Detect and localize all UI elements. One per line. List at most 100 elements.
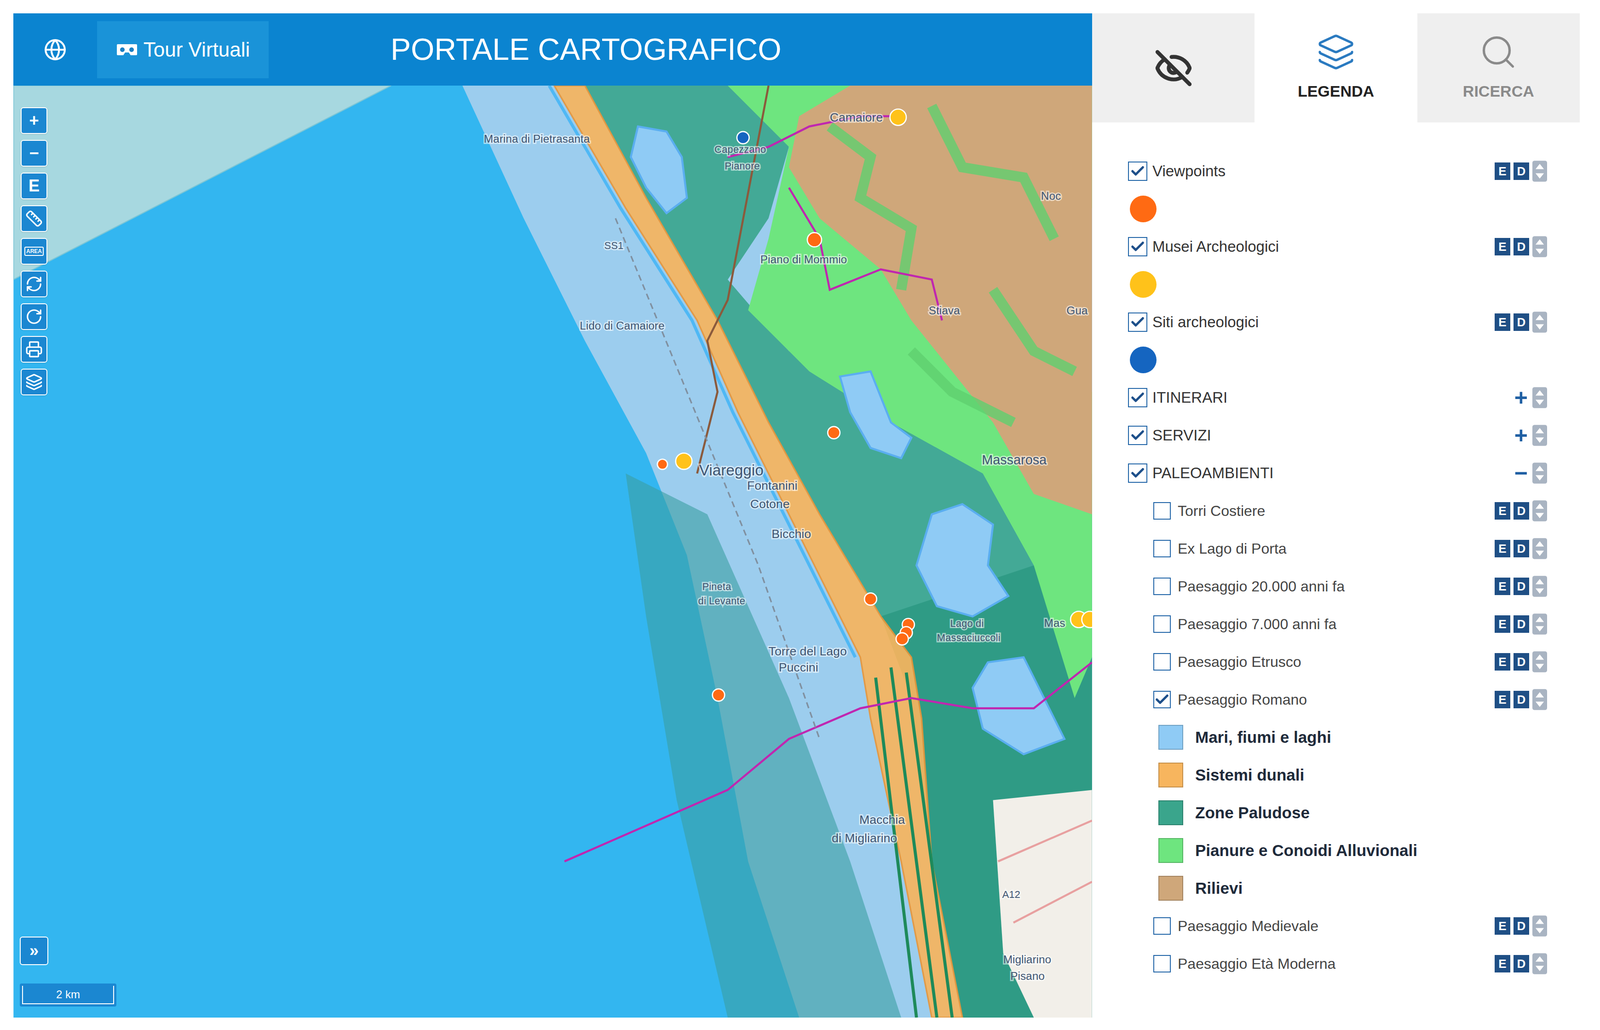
map-label: SS1 bbox=[604, 239, 624, 252]
checkbox[interactable] bbox=[1153, 501, 1171, 520]
map-toolbar: + − E AREA bbox=[20, 107, 48, 396]
globe-button[interactable] bbox=[13, 38, 98, 62]
panel-tab[interactable]: RICERCA bbox=[1417, 13, 1580, 123]
legend-sublayer-row: Paesaggio 20.000 anni faED bbox=[1092, 567, 1580, 605]
legend-swatch-row: Mari, fiumi e laghi bbox=[1092, 718, 1580, 756]
layer-button[interactable]: D bbox=[1513, 539, 1530, 558]
layer-button[interactable]: E bbox=[1494, 690, 1511, 708]
map-pin[interactable] bbox=[1082, 610, 1093, 628]
map-pin[interactable] bbox=[807, 232, 822, 247]
legend-sublayer-row: Paesaggio Età ModernaED bbox=[1092, 944, 1580, 983]
layer-button[interactable]: D bbox=[1513, 162, 1530, 180]
layer-button[interactable]: E bbox=[1494, 954, 1511, 973]
checkbox[interactable] bbox=[1153, 954, 1171, 973]
layer-button[interactable]: E bbox=[1494, 916, 1511, 935]
checkbox[interactable] bbox=[1153, 577, 1171, 595]
expand-button[interactable]: » bbox=[19, 936, 49, 965]
search-icon bbox=[1479, 32, 1518, 72]
group-toggle[interactable]: + bbox=[1514, 423, 1528, 447]
panel-tab[interactable]: LEGENDA bbox=[1254, 13, 1417, 123]
toolbar-button[interactable]: AREA bbox=[20, 237, 48, 265]
reorder-icon[interactable] bbox=[1532, 952, 1548, 974]
reorder-icon[interactable] bbox=[1532, 500, 1548, 522]
checkbox[interactable] bbox=[1153, 539, 1171, 558]
checkbox[interactable] bbox=[1128, 236, 1148, 257]
group-toggle[interactable]: − bbox=[1514, 461, 1528, 485]
reorder-icon[interactable] bbox=[1532, 575, 1548, 597]
map-label: Torre del Lago bbox=[768, 644, 847, 658]
toolbar-button[interactable]: E bbox=[20, 172, 48, 200]
checkbox[interactable] bbox=[1153, 690, 1171, 708]
legend-list: ViewpointsEDMusei ArcheologiciEDSiti arc… bbox=[1092, 122, 1580, 983]
reorder-icon[interactable] bbox=[1532, 688, 1548, 710]
map-label: A12 bbox=[1002, 888, 1021, 900]
layer-button[interactable]: D bbox=[1513, 577, 1530, 595]
map-canvas[interactable]: Marina di PietrasantaCapezzanoPianoreCam… bbox=[13, 85, 1093, 1018]
reorder-icon[interactable] bbox=[1532, 650, 1548, 673]
toolbar-button[interactable] bbox=[20, 368, 48, 396]
legend-sublayer-row: Paesaggio 7.000 anni faED bbox=[1092, 604, 1580, 643]
layer-button[interactable]: E bbox=[1494, 577, 1511, 595]
checkbox[interactable] bbox=[1153, 652, 1171, 671]
layer-button[interactable]: D bbox=[1513, 615, 1530, 633]
reorder-icon[interactable] bbox=[1532, 311, 1548, 333]
panel-tab[interactable] bbox=[1092, 13, 1255, 123]
toolbar-button[interactable]: − bbox=[20, 139, 48, 167]
layer-button[interactable]: D bbox=[1513, 954, 1530, 973]
legend-group-row: PALEOAMBIENTI− bbox=[1092, 454, 1580, 492]
map-pin[interactable] bbox=[827, 426, 841, 439]
toolbar-button[interactable] bbox=[20, 303, 48, 330]
reorder-icon[interactable] bbox=[1532, 613, 1548, 635]
layer-button[interactable]: D bbox=[1513, 237, 1530, 256]
page: Tour VirtualiPORTALE CARTOGRAFICOMarina … bbox=[0, 0, 1600, 1030]
tour-button[interactable]: Tour Virtuali bbox=[97, 21, 269, 79]
layer-controls: ED bbox=[1494, 915, 1548, 937]
reorder-icon[interactable] bbox=[1532, 537, 1548, 559]
legend-group-row: SERVIZI+ bbox=[1092, 416, 1580, 455]
layer-button[interactable]: E bbox=[1494, 501, 1511, 520]
layer-button[interactable]: E bbox=[1494, 652, 1511, 671]
layer-button[interactable]: E bbox=[1494, 162, 1511, 180]
group-toggle[interactable]: + bbox=[1514, 385, 1528, 409]
reorder-icon[interactable] bbox=[1532, 915, 1548, 937]
checkbox[interactable] bbox=[1128, 161, 1148, 181]
layer-button[interactable]: D bbox=[1513, 690, 1530, 708]
checkbox[interactable] bbox=[1153, 916, 1171, 935]
checkbox[interactable] bbox=[1153, 615, 1171, 633]
checkbox[interactable] bbox=[1128, 387, 1148, 408]
layer-button[interactable]: D bbox=[1513, 652, 1530, 671]
layer-button[interactable]: E bbox=[1494, 313, 1511, 331]
toolbar-button[interactable]: + bbox=[20, 107, 48, 134]
map-pin[interactable] bbox=[712, 688, 726, 702]
layer-button[interactable]: E bbox=[1494, 615, 1511, 633]
map-area[interactable]: Marina di PietrasantaCapezzanoPianoreCam… bbox=[13, 85, 1093, 1018]
map-pin[interactable] bbox=[657, 459, 668, 470]
reorder-icon[interactable] bbox=[1532, 386, 1548, 409]
layer-button[interactable]: E bbox=[1494, 237, 1511, 256]
map-pin[interactable] bbox=[736, 131, 750, 144]
reorder-icon[interactable] bbox=[1532, 235, 1548, 258]
map-pin[interactable] bbox=[864, 592, 877, 605]
toolbar-button[interactable] bbox=[20, 270, 48, 298]
layer-button[interactable]: E bbox=[1494, 539, 1511, 558]
checkbox[interactable] bbox=[1128, 425, 1148, 445]
map-pin[interactable] bbox=[890, 109, 907, 126]
layer-button[interactable]: D bbox=[1513, 313, 1530, 331]
vr-headset-icon bbox=[115, 42, 139, 58]
eye-off-icon bbox=[1154, 48, 1193, 88]
layer-button[interactable]: D bbox=[1513, 501, 1530, 520]
checkbox[interactable] bbox=[1128, 312, 1148, 332]
legend-sublayer-row: Ex Lago di PortaED bbox=[1092, 529, 1580, 568]
map-pin[interactable] bbox=[896, 632, 909, 645]
map-label: Capezzano bbox=[714, 143, 766, 156]
toolbar-button[interactable] bbox=[20, 205, 48, 232]
map-label: Migliarino bbox=[1003, 952, 1052, 966]
check-icon bbox=[1129, 389, 1146, 406]
reorder-icon[interactable] bbox=[1532, 160, 1548, 182]
reorder-icon[interactable] bbox=[1532, 462, 1548, 484]
layer-button[interactable]: D bbox=[1513, 916, 1530, 935]
map-pin[interactable] bbox=[675, 452, 692, 469]
toolbar-button[interactable] bbox=[20, 335, 48, 363]
checkbox[interactable] bbox=[1128, 463, 1148, 483]
reorder-icon[interactable] bbox=[1532, 424, 1548, 446]
